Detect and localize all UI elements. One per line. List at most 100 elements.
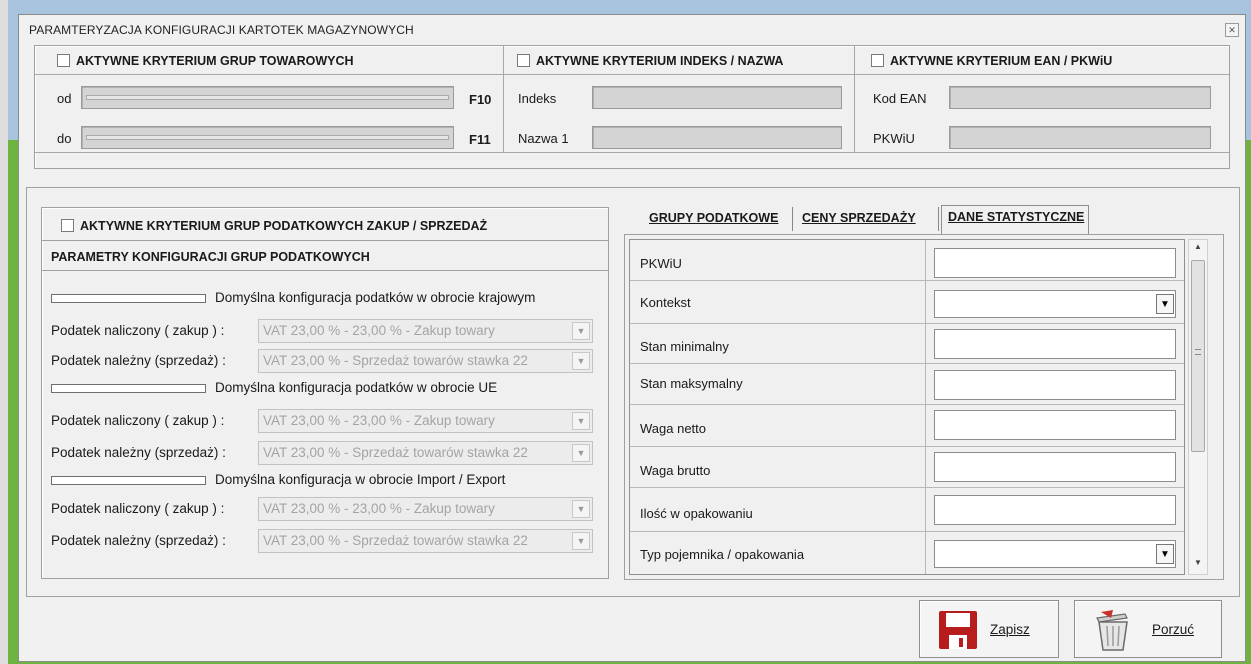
title-bar: PARAMTERYZACJA KONFIGURACJI KARTOTEK MAG…	[19, 15, 1245, 45]
import-export-sale-select[interactable]: VAT 23,00 % - Sprzedaż towarów stawka 22…	[258, 529, 593, 553]
grid-label-min-stock: Stan minimalny	[640, 339, 729, 354]
index-name-criterion-label: AKTYWNE KRYTERIUM INDEKS / NAZWA	[536, 54, 784, 68]
group-to-field[interactable]	[81, 126, 454, 149]
domestic-purchase-select[interactable]: VAT 23,00 % - 23,00 % - Zakup towary ▼	[258, 319, 593, 343]
ean-criterion-checkbox[interactable]	[871, 54, 884, 67]
chevron-down-icon[interactable]: ▼	[572, 532, 590, 550]
dropdown-arrow-icon[interactable]: ▼	[1156, 294, 1174, 314]
domestic-sale-value: VAT 23,00 % - Sprzedaż towarów stawka 22	[263, 353, 528, 368]
eu-sale-select[interactable]: VAT 23,00 % - Sprzedaż towarów stawka 22…	[258, 441, 593, 465]
grid-label-context: Kontekst	[640, 295, 691, 310]
grid-column-separator	[925, 532, 926, 574]
group-from-field[interactable]	[81, 86, 454, 109]
grid-label-net-weight: Waga netto	[640, 421, 707, 436]
tax-subheader-divider	[42, 270, 608, 271]
name-field[interactable]	[592, 126, 842, 149]
tab-statistics[interactable]: DANE STATYSTYCZNE	[941, 205, 1090, 237]
cancel-button[interactable]: Porzuć	[1074, 600, 1222, 658]
import-export-sale-value: VAT 23,00 % - Sprzedaż towarów stawka 22	[263, 533, 528, 548]
statistics-grid: PKWiU Kontekst ▼ Stan minimalny Stan mak…	[629, 239, 1185, 575]
eu-sale-value: VAT 23,00 % - Sprzedaż towarów stawka 22	[263, 445, 528, 460]
chevron-down-icon[interactable]: ▼	[572, 352, 590, 370]
chevron-down-icon[interactable]: ▼	[572, 412, 590, 430]
grid-column-separator	[925, 364, 926, 404]
pkwiu-input[interactable]	[934, 248, 1176, 278]
close-icon[interactable]: ✕	[1225, 23, 1239, 37]
grid-label-pkwiu: PKWiU	[640, 256, 682, 271]
index-name-criterion-checkbox[interactable]	[517, 54, 530, 67]
domestic-sale-label: Podatek należny (sprzedaż) :	[51, 353, 226, 368]
tax-criterion-label: AKTYWNE KRYTERIUM GRUP PODATKOWYCH ZAKUP…	[80, 219, 488, 233]
import-export-purchase-label: Podatek naliczony ( zakup ) :	[51, 501, 225, 516]
ean-criterion-label: AKTYWNE KRYTERIUM EAN / PKWiU	[890, 54, 1113, 68]
ean-field[interactable]	[949, 86, 1211, 109]
import-export-config-title: Domyślna konfiguracja w obrocie Import /…	[215, 472, 506, 487]
domestic-purchase-label: Podatek naliczony ( zakup ) :	[51, 323, 225, 338]
pkwiu-field[interactable]	[949, 126, 1211, 149]
tab-separator	[938, 207, 939, 231]
tax-header-divider	[42, 240, 608, 241]
gross-weight-input[interactable]	[934, 452, 1176, 482]
index-field[interactable]	[592, 86, 842, 109]
chevron-down-icon[interactable]: ▼	[572, 444, 590, 462]
grid-scrollbar[interactable]: ▲ ▼	[1188, 239, 1208, 575]
to-label: do	[57, 131, 72, 146]
background-window-edge	[0, 0, 8, 664]
pkwiu-label: PKWiU	[873, 131, 915, 146]
scroll-up-icon[interactable]: ▲	[1189, 242, 1207, 256]
grid-column-separator	[925, 240, 926, 280]
save-button[interactable]: Zapisz	[919, 600, 1059, 658]
grid-row-min-stock: Stan minimalny	[630, 324, 1184, 364]
eu-purchase-value: VAT 23,00 % - 23,00 % - Zakup towary	[263, 413, 495, 428]
f11-shortcut: F11	[469, 132, 491, 147]
chevron-down-icon[interactable]: ▼	[572, 322, 590, 340]
max-stock-input[interactable]	[934, 370, 1176, 400]
container-type-dropdown[interactable]: ▼	[934, 540, 1176, 568]
chevron-down-icon[interactable]: ▼	[572, 500, 590, 518]
grid-row-context: Kontekst ▼	[630, 281, 1184, 324]
name-label: Nazwa 1	[518, 131, 569, 146]
tax-panel: AKTYWNE KRYTERIUM GRUP PODATKOWYCH ZAKUP…	[41, 207, 609, 579]
tax-params-title: PARAMETRY KONFIGURACJI GRUP PODATKOWYCH	[51, 250, 370, 264]
config-dialog: PARAMTERYZACJA KONFIGURACJI KARTOTEK MAG…	[18, 14, 1246, 662]
column-divider	[854, 46, 855, 152]
column-divider	[503, 46, 504, 152]
groups-criterion-label: AKTYWNE KRYTERIUM GRUP TOWAROWYCH	[76, 54, 354, 68]
eu-purchase-select[interactable]: VAT 23,00 % - 23,00 % - Zakup towary ▼	[258, 409, 593, 433]
package-qty-input[interactable]	[934, 495, 1176, 525]
tab-tax-groups[interactable]: GRUPY PODATKOWE	[643, 207, 782, 233]
grid-column-separator	[925, 405, 926, 446]
net-weight-input[interactable]	[934, 410, 1176, 440]
scroll-down-icon[interactable]: ▼	[1189, 558, 1207, 572]
context-dropdown[interactable]: ▼	[934, 290, 1176, 318]
tax-criterion-checkbox[interactable]	[61, 219, 74, 232]
groups-criterion-checkbox[interactable]	[57, 54, 70, 67]
domestic-config-bar	[51, 294, 206, 303]
dropdown-arrow-icon[interactable]: ▼	[1156, 544, 1174, 564]
ean-label: Kod EAN	[873, 91, 927, 106]
domestic-sale-select[interactable]: VAT 23,00 % - Sprzedaż towarów stawka 22…	[258, 349, 593, 373]
floppy-disk-icon	[939, 611, 977, 649]
f10-shortcut: F10	[469, 92, 492, 107]
import-export-purchase-value: VAT 23,00 % - 23,00 % - Zakup towary	[263, 501, 495, 516]
scrollbar-thumb[interactable]	[1191, 260, 1205, 452]
tab-separator	[792, 207, 793, 231]
import-export-sale-label: Podatek należny (sprzedaż) :	[51, 533, 226, 548]
grid-column-separator	[925, 281, 926, 323]
bottom-divider	[35, 152, 1229, 153]
domestic-purchase-value: VAT 23,00 % - 23,00 % - Zakup towary	[263, 323, 495, 338]
grid-row-container-type: Typ pojemnika / opakowania ▼	[630, 532, 1184, 574]
cancel-label: Porzuć	[1152, 622, 1195, 637]
grid-label-container-type: Typ pojemnika / opakowania	[640, 547, 805, 562]
header-divider	[35, 74, 1229, 75]
domestic-config-title: Domyślna konfiguracja podatków w obrocie…	[215, 290, 536, 305]
grid-label-max-stock: Stan maksymalny	[640, 376, 743, 391]
min-stock-input[interactable]	[934, 329, 1176, 359]
grid-row-max-stock: Stan maksymalny	[630, 364, 1184, 405]
grid-row-gross-weight: Waga brutto	[630, 447, 1184, 488]
trash-bin-icon	[1096, 610, 1128, 651]
from-label: od	[57, 91, 72, 106]
import-export-purchase-select[interactable]: VAT 23,00 % - 23,00 % - Zakup towary ▼	[258, 497, 593, 521]
tab-sale-prices[interactable]: CENY SPRZEDAŻY	[796, 207, 920, 233]
grid-row-pkwiu: PKWiU	[630, 240, 1184, 281]
